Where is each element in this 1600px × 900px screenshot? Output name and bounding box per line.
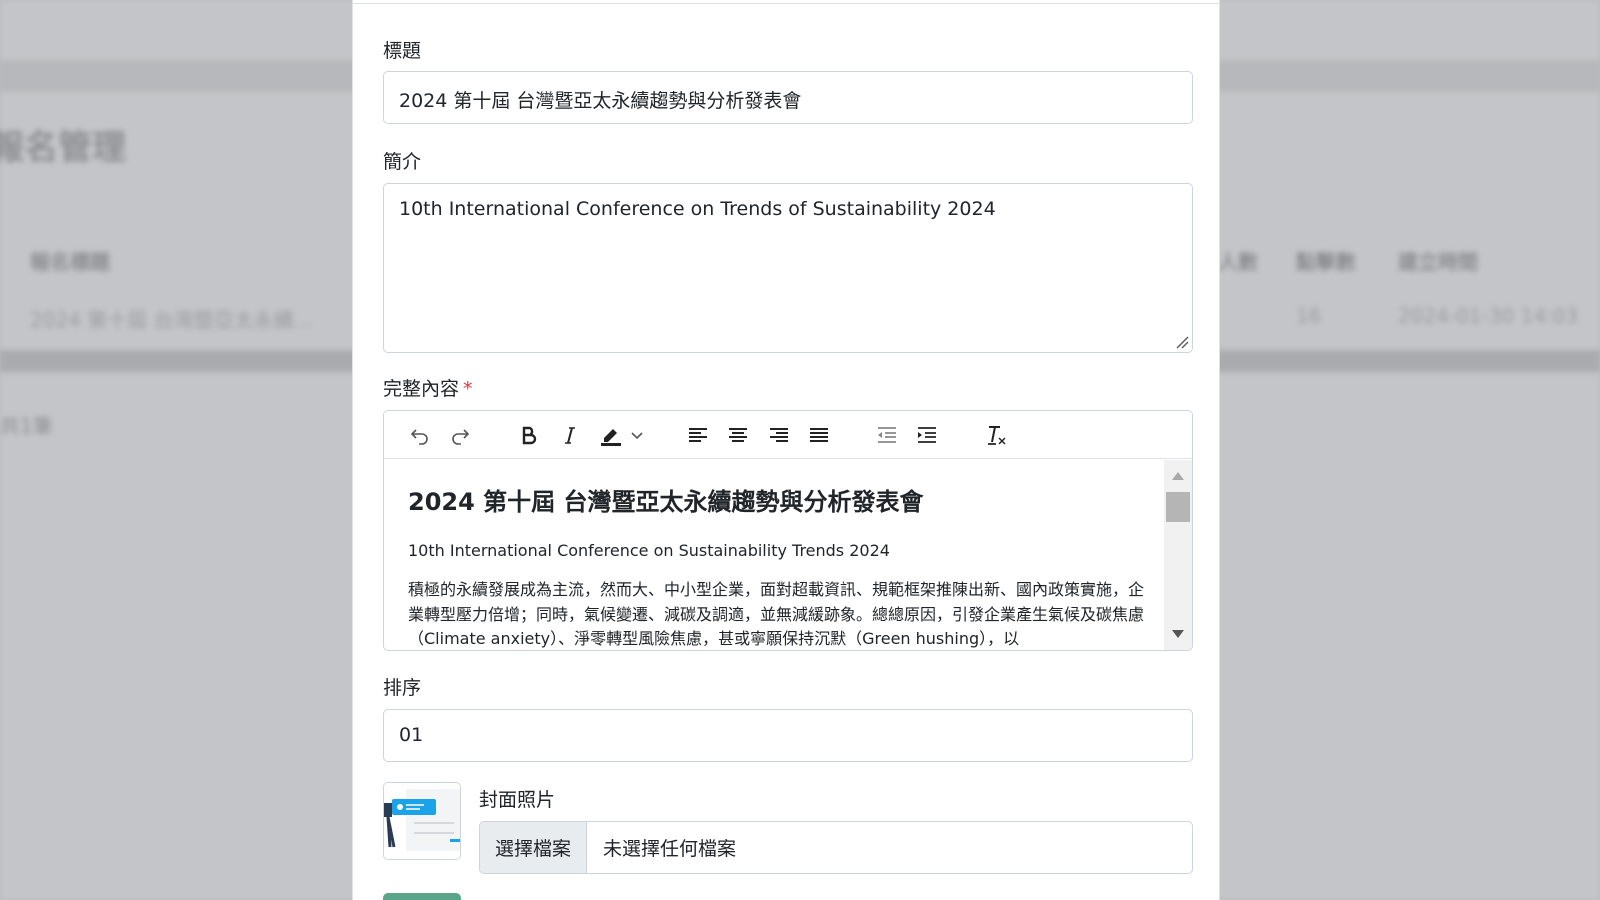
align-center-icon[interactable] [724,421,752,449]
content-paragraph: 積極的永續發展成為主流，然而大、中小型企業，面對超載資訊、規範框架推陳出新、國內… [408,580,1145,648]
redo-icon[interactable] [446,421,474,449]
background-footer: 共1筆 [0,414,53,438]
outdent-icon[interactable] [873,421,901,449]
order-label: 排序 [383,677,422,699]
content-subheading: 10th International Conference on Sustain… [408,541,890,560]
intro-label: 簡介 [383,151,422,173]
cover-thumbnail [383,782,461,860]
resize-handle-icon[interactable] [1175,335,1189,349]
align-right-icon[interactable] [765,421,793,449]
undo-icon[interactable] [406,421,434,449]
scroll-thumb[interactable] [1166,492,1190,522]
title-label: 標題 [383,40,422,62]
editor-toolbar [384,411,1192,459]
editor-content[interactable]: 2024 第十屆 台灣暨亞太永續趨勢與分析發表會 10th Internatio… [384,460,1164,650]
background-cell: 2024-01-30 14:03 [1398,304,1579,328]
align-left-icon[interactable] [684,421,712,449]
order-input[interactable]: 01 [383,709,1193,762]
title-input[interactable]: 2024 第十屆 台灣暨亞太永續趨勢與分析發表會 [383,71,1193,124]
background-header: 點擊數 [1296,250,1356,274]
intro-textarea[interactable]: 10th International Conference on Trends … [383,183,1193,353]
italic-icon[interactable] [556,421,584,449]
file-status: 未選擇任何檔案 [603,838,737,860]
scroll-up-icon[interactable] [1172,472,1184,480]
scroll-down-icon[interactable] [1172,630,1184,638]
align-justify-icon[interactable] [805,421,833,449]
content-label: 完整內容 * [383,374,473,401]
background-header: 建立時間 [1398,250,1478,274]
background-title: 報名管理 [0,128,126,168]
cover-label: 封面照片 [479,789,556,811]
choose-file-button[interactable]: 選擇檔案 [480,822,588,873]
modal-header-divider [353,0,1219,4]
background-header: 人數 [1218,250,1258,274]
background-cell: 16 [1296,304,1322,328]
intro-text: 10th International Conference on Trends … [399,198,996,220]
chevron-down-icon[interactable] [628,421,646,449]
rich-text-editor[interactable]: 2024 第十屆 台灣暨亞太永續趨勢與分析發表會 10th Internatio… [383,410,1193,651]
highlight-icon[interactable] [596,421,626,449]
second-thumbnail [383,893,461,900]
background-cell: 2024 第十屆 台灣暨亞太永續... [30,308,313,332]
cover-file-input[interactable]: 選擇檔案 未選擇任何檔案 [479,821,1193,874]
content-heading: 2024 第十屆 台灣暨亞太永續趨勢與分析發表會 [408,488,924,516]
edit-modal: 標題 2024 第十屆 台灣暨亞太永續趨勢與分析發表會 簡介 10th Inte… [352,0,1220,900]
clear-format-icon[interactable] [982,421,1010,449]
indent-icon[interactable] [913,421,941,449]
bold-icon[interactable] [515,421,543,449]
background-header: 報名標題 [30,250,110,274]
editor-scrollbar[interactable] [1164,460,1192,650]
required-mark: * [463,378,473,400]
content-label-text: 完整內容 [383,378,460,400]
